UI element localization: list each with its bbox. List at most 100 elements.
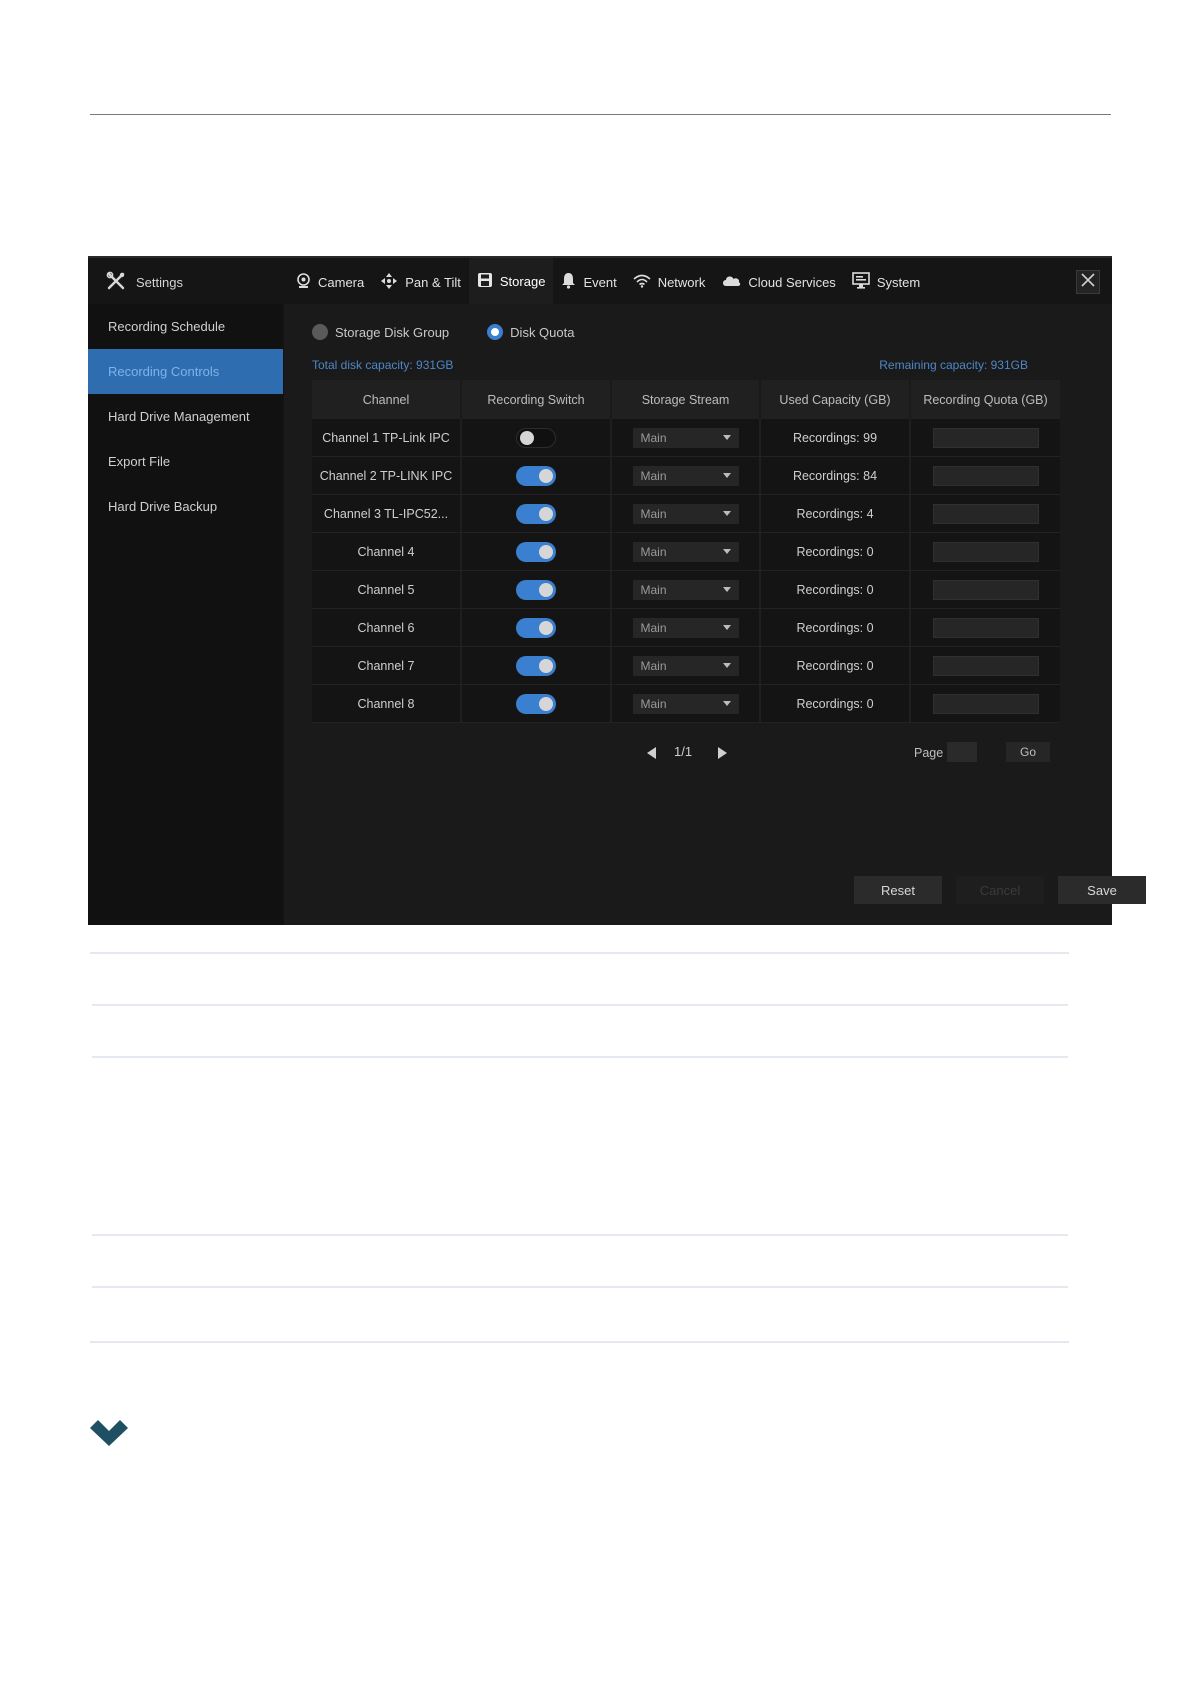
close-icon	[1081, 272, 1095, 292]
recording-quota-input[interactable]	[932, 465, 1039, 486]
recording-switch-toggle[interactable]	[516, 693, 556, 714]
storage-stream-select[interactable]: Main	[632, 541, 739, 562]
recording-switch-toggle[interactable]	[516, 655, 556, 676]
channel-table: Channel Recording Switch Storage Stream …	[312, 380, 1060, 723]
wifi-icon	[633, 274, 658, 291]
storage-stream-select[interactable]: Main	[632, 465, 739, 486]
toggle-knob	[539, 506, 553, 521]
column-header: Storage Stream	[612, 380, 761, 419]
sidebar-item-recording-schedule[interactable]: Recording Schedule	[88, 304, 283, 349]
chevron-down-icon	[90, 1420, 128, 1451]
recording-switch-cell	[462, 685, 612, 722]
tab-pan-tilt[interactable]: Pan & Tilt	[372, 258, 469, 306]
tab-cloud-services[interactable]: Cloud Services	[713, 258, 843, 306]
toggle-knob	[539, 620, 553, 635]
tab-system[interactable]: System	[844, 258, 928, 306]
tab-network[interactable]: Network	[625, 258, 714, 306]
recording-quota-input[interactable]	[932, 617, 1039, 638]
tab-storage[interactable]: Storage	[468, 258, 554, 306]
recording-switch-cell	[462, 457, 612, 494]
table-row: Channel 4 Main Recordings: 0	[312, 533, 1060, 571]
recording-quota-cell	[911, 571, 1060, 608]
used-capacity: Recordings: 0	[761, 571, 911, 608]
caret-down-icon	[722, 701, 731, 706]
recording-switch-toggle[interactable]	[516, 427, 556, 448]
caret-down-icon	[722, 511, 731, 516]
sidebar-item-recording-controls[interactable]: Recording Controls	[88, 349, 283, 394]
tab-event[interactable]: Event	[553, 258, 624, 306]
tab-camera[interactable]: Camera	[288, 258, 372, 306]
recording-quota-input[interactable]	[932, 579, 1039, 600]
recording-switch-cell	[462, 495, 612, 532]
header-rule	[90, 114, 1111, 115]
save-button[interactable]: Save	[1058, 876, 1146, 904]
cancel-button[interactable]: Cancel	[956, 876, 1044, 904]
toggle-knob	[539, 468, 553, 483]
channel-name: Channel 6	[312, 609, 462, 646]
radio-label: Disk Quota	[510, 324, 575, 340]
tab-label: Pan & Tilt	[405, 274, 461, 290]
recording-switch-cell	[462, 609, 612, 646]
main-panel: Storage Disk Group Disk Quota Total disk…	[284, 304, 1146, 925]
recording-switch-toggle[interactable]	[516, 617, 556, 638]
recording-quota-input[interactable]	[932, 427, 1039, 448]
recording-switch-toggle[interactable]	[516, 541, 556, 562]
storage-stream-cell: Main	[612, 685, 761, 722]
recording-quota-cell	[911, 419, 1060, 456]
storage-stream-select[interactable]: Main	[632, 617, 739, 638]
recording-quota-input[interactable]	[932, 693, 1039, 714]
toggle-knob	[539, 544, 553, 559]
table-row: Channel 5 Main Recordings: 0	[312, 571, 1060, 609]
recording-quota-cell	[911, 533, 1060, 570]
sidebar-item-export-file[interactable]: Export File	[88, 439, 283, 484]
used-capacity: Recordings: 0	[761, 533, 911, 570]
remaining-capacity: Remaining capacity: 931GB	[879, 358, 1028, 372]
divider	[92, 1234, 1068, 1236]
divider	[92, 1004, 1068, 1006]
sidebar-item-hard-drive-management[interactable]: Hard Drive Management	[88, 394, 283, 439]
recording-switch-cell	[462, 647, 612, 684]
page-indicator: 1/1	[674, 744, 693, 759]
recording-quota-input[interactable]	[932, 541, 1039, 562]
divider	[90, 952, 1069, 954]
storage-stream-select[interactable]: Main	[632, 503, 739, 524]
close-button[interactable]	[1076, 270, 1100, 294]
storage-stream-cell: Main	[612, 571, 761, 608]
recording-switch-toggle[interactable]	[516, 579, 556, 600]
prev-page-icon[interactable]	[647, 747, 656, 759]
settings-window: Settings Camera Pan & Tilt Storage Event	[88, 256, 1146, 925]
reset-button[interactable]: Reset	[854, 876, 942, 904]
recording-quota-input[interactable]	[932, 503, 1039, 524]
storage-stream-select[interactable]: Main	[632, 579, 739, 600]
tools-icon	[106, 271, 136, 294]
recording-switch-toggle[interactable]	[516, 465, 556, 486]
recording-switch-cell	[462, 571, 612, 608]
storage-stream-select[interactable]: Main	[632, 655, 739, 676]
select-value: Main	[640, 582, 667, 597]
storage-icon	[477, 272, 500, 291]
divider	[92, 1286, 1068, 1288]
total-capacity: Total disk capacity: 931GB	[312, 358, 454, 372]
storage-stream-select[interactable]: Main	[632, 693, 739, 714]
recording-quota-cell	[911, 609, 1060, 646]
caret-down-icon	[722, 625, 731, 630]
caret-down-icon	[722, 473, 731, 478]
channel-name: Channel 4	[312, 533, 462, 570]
caret-down-icon	[722, 663, 731, 668]
column-header: Recording Quota (GB)	[923, 392, 1048, 407]
storage-stream-select[interactable]: Main	[632, 427, 739, 448]
page-number-input[interactable]	[947, 742, 977, 762]
tab-label: Storage	[499, 273, 546, 289]
next-page-icon[interactable]	[718, 747, 727, 759]
sidebar-item-hard-drive-backup[interactable]: Hard Drive Backup	[88, 484, 283, 529]
select-value: Main	[640, 620, 667, 635]
recording-switch-toggle[interactable]	[516, 503, 556, 524]
radio-storage-disk-group[interactable]	[312, 324, 328, 340]
table-row: Channel 6 Main Recordings: 0	[312, 609, 1060, 647]
used-capacity: Recordings: 0	[761, 647, 911, 684]
storage-stream-cell: Main	[612, 457, 761, 494]
radio-disk-quota[interactable]	[487, 324, 504, 340]
recording-quota-input[interactable]	[932, 655, 1039, 676]
storage-stream-cell: Main	[612, 533, 761, 570]
go-button[interactable]: Go	[1006, 742, 1050, 762]
